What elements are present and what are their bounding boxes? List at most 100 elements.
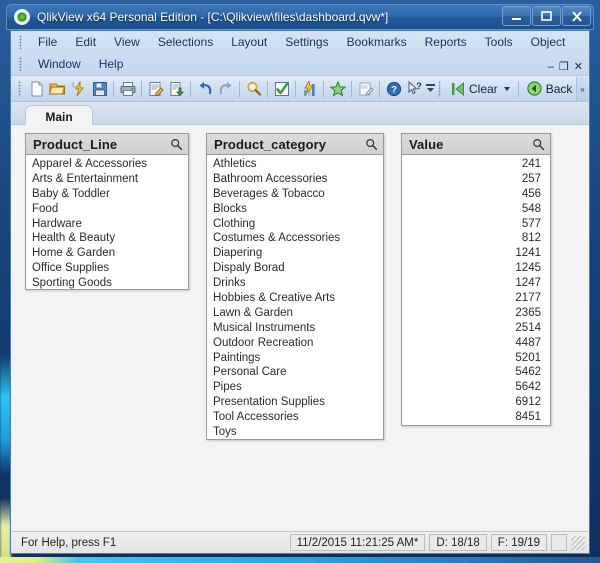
mdi-restore-icon[interactable]: ❐ [559,62,569,73]
toolbar-drag-grip[interactable] [18,80,21,97]
list-item[interactable]: Dispaly Borad [207,261,383,276]
close-button[interactable] [562,6,591,26]
list-item[interactable]: Blocks [207,202,383,217]
menu-item-tools[interactable]: Tools [476,33,522,51]
resize-grip[interactable] [571,535,585,550]
menu-item-selections[interactable]: Selections [149,33,222,51]
list-item[interactable]: Sporting Goods [26,276,188,289]
menu-item-layout[interactable]: Layout [222,33,276,51]
print-icon[interactable] [117,78,138,99]
list-item[interactable]: 1247 [402,276,550,291]
search-icon[interactable] [170,138,183,151]
list-item[interactable]: 5462 [402,365,550,380]
help-icon[interactable]: ? [383,78,404,99]
list-item[interactable]: 8451 [402,410,550,425]
list-item[interactable]: Office Supplies [26,261,188,276]
list-item[interactable]: Apparel & Accessories [26,157,188,172]
listbox-product-category[interactable]: Product_category Athletics Bathroom Acces… [206,133,384,440]
list-item[interactable]: 812 [402,231,550,246]
menu-item-settings[interactable]: Settings [276,33,337,51]
reload-data-icon[interactable] [166,78,187,99]
list-item[interactable]: Presentation Supplies [207,395,383,410]
list-item[interactable]: Baby & Toddler [26,187,188,202]
maximize-button[interactable] [532,6,561,26]
notes-icon[interactable] [355,78,376,99]
list-item[interactable]: 4487 [402,336,550,351]
clear-button[interactable]: Clear [446,78,515,99]
search-icon[interactable] [532,138,545,151]
list-item[interactable]: 2514 [402,321,550,336]
list-item[interactable]: 577 [402,217,550,232]
list-item[interactable]: Paintings [207,351,383,366]
menu-item-bookmarks[interactable]: Bookmarks [338,33,416,51]
toolbar-overflow-button[interactable] [425,78,436,99]
menu-item-reports[interactable]: Reports [416,33,476,51]
list-item[interactable]: 5201 [402,351,550,366]
menu-item-edit[interactable]: Edit [66,33,105,51]
list-item[interactable]: Arts & Entertainment [26,172,188,187]
list-item[interactable]: Beverages & Tobacco [207,187,383,202]
list-item[interactable]: 6912 [402,395,550,410]
list-item[interactable]: Lawn & Garden [207,306,383,321]
toolbar-right-overflow-button[interactable]: » [576,77,588,101]
list-item[interactable]: Personal Care [207,365,383,380]
list-item[interactable]: Clothing [207,217,383,232]
list-item[interactable]: 2365 [402,306,550,321]
open-document-icon[interactable] [47,78,68,99]
list-item[interactable]: Drinks [207,276,383,291]
tab-main[interactable]: Main [25,105,93,127]
list-item[interactable]: 548 [402,202,550,217]
mdi-close-icon[interactable]: ✕ [574,62,583,73]
menu-drag-grip-secondary[interactable] [19,57,22,71]
search-icon[interactable] [243,78,264,99]
list-item[interactable]: 241 [402,157,550,172]
mdi-minimize-icon[interactable]: – [548,62,554,73]
list-item[interactable]: Diapering [207,246,383,261]
list-item[interactable]: Toys [207,425,383,439]
list-item[interactable]: Outdoor Recreation [207,336,383,351]
edit-script-icon[interactable] [145,78,166,99]
new-document-icon[interactable] [26,78,47,99]
menu-item-help[interactable]: Help [90,55,133,73]
list-item[interactable]: 456 [402,187,550,202]
list-item[interactable]: 2177 [402,291,550,306]
menu-item-view[interactable]: View [105,33,149,51]
chart-wizard-icon[interactable] [299,78,320,99]
selection-toolbar-grip[interactable] [438,80,441,97]
list-item[interactable]: Hobbies & Creative Arts [207,291,383,306]
list-item[interactable]: Tool Accessories [207,410,383,425]
menu-item-file[interactable]: File [29,33,66,51]
listbox-product-line[interactable]: Product_Line Apparel & Accessories Arts &… [25,133,189,290]
listbox-items-product-line[interactable]: Apparel & Accessories Arts & Entertainmen… [26,155,188,289]
redo-icon[interactable] [215,78,236,99]
list-item[interactable]: Hardware [26,217,188,232]
list-item[interactable]: 257 [402,172,550,187]
list-item[interactable]: Bathroom Accessories [207,172,383,187]
list-item[interactable]: Health & Beauty [26,231,188,246]
list-item[interactable]: Pipes [207,380,383,395]
listbox-items-product-category[interactable]: Athletics Bathroom Accessories Beverages &… [207,155,383,439]
reload-icon[interactable] [68,78,89,99]
listbox-items-value[interactable]: 241 257 456 548 577 812 1241 1245 1247 2177 2365 25… [402,155,550,425]
save-icon[interactable] [89,78,110,99]
clear-dropdown-icon[interactable] [503,86,510,91]
favorites-icon[interactable] [327,78,348,99]
list-item[interactable]: Costumes & Accessories [207,231,383,246]
list-item[interactable]: Food [26,202,188,217]
search-icon[interactable] [365,138,378,151]
list-item[interactable]: Athletics [207,157,383,172]
list-item[interactable]: Home & Garden [26,246,188,261]
menu-item-object[interactable]: Object [522,33,575,51]
listbox-value[interactable]: Value 241 257 456 548 577 812 1241 1245 1247 2177… [401,133,551,426]
menu-drag-grip[interactable] [19,35,22,49]
list-item[interactable]: 1241 [402,246,550,261]
back-button[interactable]: Back [522,78,578,99]
context-help-icon[interactable]: ? [404,78,425,99]
menu-item-window[interactable]: Window [29,55,90,73]
undo-icon[interactable] [194,78,215,99]
current-selections-icon[interactable] [271,78,292,99]
list-item[interactable]: 5642 [402,380,550,395]
list-item[interactable]: 1245 [402,261,550,276]
minimize-button[interactable] [502,6,531,26]
list-item[interactable]: Musical Instruments [207,321,383,336]
